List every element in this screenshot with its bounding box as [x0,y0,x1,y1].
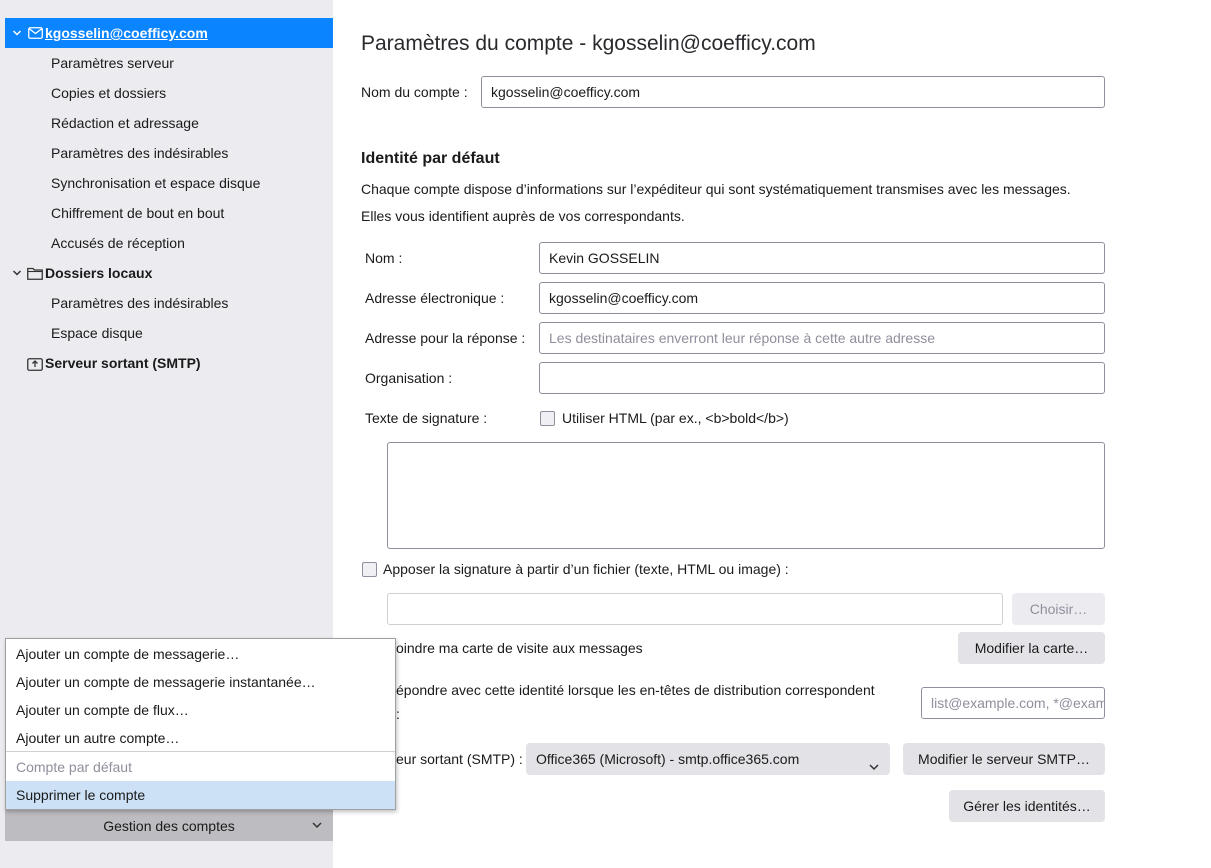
name-input[interactable]: Kevin GOSSELIN [539,242,1105,274]
identity-description-line1: Chaque compte dispose d’informations sur… [361,181,1071,197]
tree-item-label: Accusés de réception [51,235,185,251]
email-input[interactable]: kgosselin@coefficy.com [539,282,1105,314]
tree-item-label: Rédaction et adressage [51,115,199,131]
tree-item-composition[interactable]: Rédaction et adressage [0,108,333,138]
account-name-label: Nom du compte : [361,84,468,100]
menu-add-mail-account[interactable]: Ajouter un compte de messagerie… [6,640,395,668]
tree-item-e2e-encryption[interactable]: Chiffrement de bout en bout [0,198,333,228]
reply-to-label: Adresse pour la réponse : [365,330,526,346]
account-local-folders[interactable]: Dossiers locaux [0,258,333,288]
attach-signature-label[interactable]: Apposer la signature à partir d’un fichi… [383,561,789,577]
identity-section-title: Identité par défaut [361,150,500,167]
outbox-icon [26,348,44,378]
menu-set-default: Compte par défaut [16,759,132,775]
account-label: kgosselin@coefficy.com [45,25,208,41]
attach-signature-checkbox[interactable] [362,562,377,577]
use-html-checkbox[interactable] [540,411,555,426]
tree-item-local-junk-settings[interactable]: Paramètres des indésirables [0,288,333,318]
tree-item-server-settings[interactable]: Paramètres serveur [0,48,333,78]
menu-add-chat-account[interactable]: Ajouter un compte de messagerie instanta… [6,668,395,696]
tree-item-receipts[interactable]: Accusés de réception [0,228,333,258]
account-label: Serveur sortant (SMTP) [45,355,201,371]
tree-item-label: Paramètres serveur [51,55,174,71]
tree-item-local-disk-space[interactable]: Espace disque [0,318,333,348]
tree-item-copies-folders[interactable]: Copies et dossiers [0,78,333,108]
mail-icon [26,18,44,48]
account-label: Dossiers locaux [45,265,153,281]
menu-add-feed-account[interactable]: Ajouter un compte de flux… [6,696,395,724]
edit-card-button[interactable]: Modifier la carte… [958,632,1105,664]
folder-icon [26,258,44,288]
use-html-label[interactable]: Utiliser HTML (par ex., <b>bold</b>) [562,410,789,426]
reply-identity-colon: : [396,706,400,722]
choose-file-button[interactable]: Choisir… [1012,593,1105,625]
organization-input[interactable] [539,362,1105,394]
tree-item-label: Paramètres des indésirables [51,145,229,161]
account-name-input[interactable]: kgosselin@coefficy.com [481,76,1105,108]
identity-description-line2: Elles vous identifient auprès de vos cor… [361,208,685,224]
tree-item-label: Chiffrement de bout en bout [51,205,225,221]
page-title: Paramètres du compte - kgosselin@coeffic… [361,32,816,55]
smtp-server-select[interactable]: Office365 (Microsoft) - smtp.office365.c… [526,743,890,775]
chevron-down-icon [868,752,880,784]
account-actions-menu: Ajouter un compte de messagerie… Ajouter… [5,638,396,810]
tree-item-label: Espace disque [51,325,143,341]
signature-label: Texte de signature : [365,410,488,426]
chevron-down-icon[interactable] [11,18,23,48]
smtp-label: eur sortant (SMTP) : [396,751,523,767]
tree-item-label: Synchronisation et espace disque [51,175,261,191]
reply-identity-label: épondre avec cette identité lorsque les … [396,682,875,698]
email-label: Adresse électronique : [365,290,505,306]
signature-textarea[interactable] [387,442,1105,549]
menu-add-other-account[interactable]: Ajouter un autre compte… [6,724,395,752]
manage-accounts-label: Gestion des comptes [103,817,235,834]
tree-item-label: Paramètres des indésirables [51,295,229,311]
menu-separator [6,751,395,752]
chevron-down-icon [311,818,323,834]
organization-label: Organisation : [365,370,453,386]
account-kgosselin[interactable]: kgosselin@coefficy.com [5,18,333,48]
smtp-server-value: Office365 (Microsoft) - smtp.office365.c… [536,751,800,767]
edit-smtp-button[interactable]: Modifier le serveur SMTP… [903,743,1105,775]
tree-item-label: Copies et dossiers [51,85,167,101]
account-settings-pane: Paramètres du compte - kgosselin@coeffic… [334,0,1211,868]
name-label: Nom : [365,250,403,266]
signature-file-input[interactable] [387,593,1003,625]
reply-identity-input[interactable]: list@example.com, *@example.com [921,687,1105,719]
menu-remove-account[interactable]: Supprimer le compte [6,781,395,809]
outgoing-server-item[interactable]: Serveur sortant (SMTP) [0,348,333,378]
chevron-down-icon[interactable] [11,258,23,288]
attach-vcard-label[interactable]: oindre ma carte de visite aux messages [396,640,643,656]
tree-item-sync-disk[interactable]: Synchronisation et espace disque [0,168,333,198]
manage-identities-button[interactable]: Gérer les identités… [949,790,1105,822]
tree-item-junk-settings[interactable]: Paramètres des indésirables [0,138,333,168]
manage-accounts-button[interactable]: Gestion des comptes [5,810,333,841]
reply-to-input[interactable]: Les destinataires enverront leur réponse… [539,322,1105,354]
